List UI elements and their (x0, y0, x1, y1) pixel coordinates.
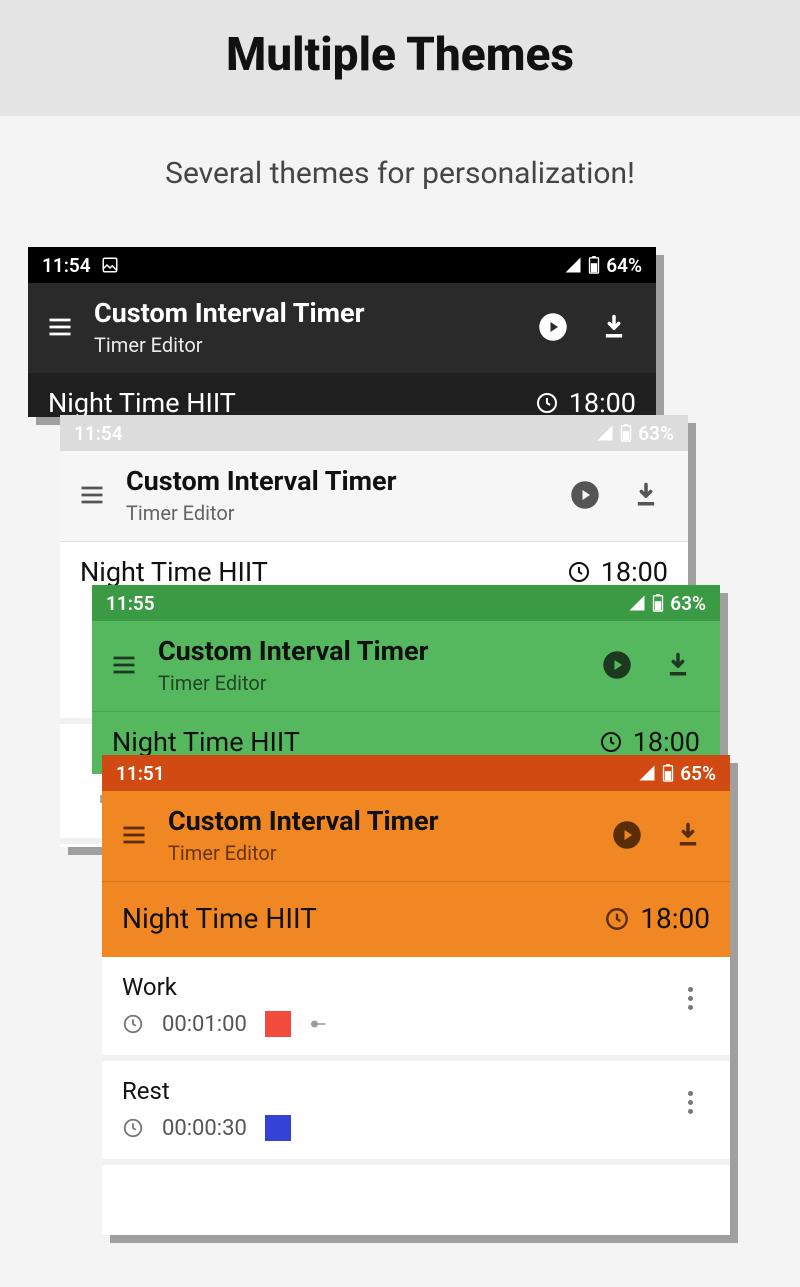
workout-name: Night Time HIIT (48, 387, 236, 417)
menu-icon[interactable] (110, 651, 138, 679)
app-subtitle: Timer Editor (126, 501, 550, 525)
signal-icon (596, 424, 614, 442)
workout-title-row[interactable]: Night Time HIIT 18:00 (28, 373, 656, 417)
battery-icon (662, 764, 674, 782)
app-subtitle: Timer Editor (94, 333, 518, 357)
play-button[interactable] (538, 312, 568, 342)
workout-total: 18:00 (601, 556, 668, 588)
workout-name: Night Time HIIT (80, 556, 268, 588)
promo-banner: Multiple Themes (0, 0, 800, 116)
theme-card-dark: 11:54 64% Custom Interval Timer Timer Ed… (28, 247, 656, 417)
interval-color-swatch (265, 1115, 291, 1141)
workout-title-row[interactable]: Night Time HIIT 18:00 (102, 881, 730, 957)
app-bar: Custom Interval Timer Timer Editor (102, 791, 730, 881)
clock-icon (599, 730, 623, 754)
image-icon (101, 256, 119, 274)
interval-duration: 00:00:30 (162, 1116, 247, 1141)
theme-card-orange: 11:51 65% Custom Interval Timer Timer Ed… (102, 755, 730, 1235)
workout-total: 18:00 (640, 902, 710, 935)
app-subtitle: Timer Editor (168, 841, 592, 865)
interval-row[interactable]: Rest 00:00:30 (102, 1061, 730, 1165)
interval-name: Rest (122, 1077, 670, 1105)
clock-icon (567, 560, 591, 584)
interval-name: Work (122, 973, 670, 1001)
signal-icon (628, 594, 646, 612)
app-title: Custom Interval Timer (158, 635, 582, 667)
menu-icon[interactable] (46, 313, 74, 341)
status-bar: 11:54 63% (60, 415, 688, 451)
workout-name: Night Time HIIT (122, 902, 317, 935)
battery-icon (652, 594, 664, 612)
interval-more-button[interactable] (670, 973, 710, 1010)
status-battery: 63% (670, 592, 706, 615)
play-button[interactable] (612, 820, 642, 850)
promo-title: Multiple Themes (0, 28, 800, 82)
download-button[interactable] (632, 481, 660, 509)
status-battery: 64% (606, 254, 642, 277)
signal-icon (564, 256, 582, 274)
status-time: 11:51 (116, 762, 165, 785)
app-title: Custom Interval Timer (126, 465, 550, 497)
promo-subtitle: Several themes for personalization! (0, 116, 800, 247)
sound-icon (309, 1016, 331, 1032)
app-bar: Custom Interval Timer Timer Editor (60, 451, 688, 541)
interval-color-swatch (265, 1011, 291, 1037)
status-time: 11:55 (106, 592, 155, 615)
status-time: 11:54 (74, 422, 123, 445)
download-button[interactable] (664, 651, 692, 679)
clock-icon (122, 1117, 144, 1139)
menu-icon[interactable] (120, 821, 148, 849)
app-bar: Custom Interval Timer Timer Editor (28, 283, 656, 373)
status-bar: 11:55 63% (92, 585, 720, 621)
status-battery: 65% (680, 762, 716, 785)
status-bar: 11:54 64% (28, 247, 656, 283)
status-bar: 11:51 65% (102, 755, 730, 791)
clock-icon (535, 391, 559, 415)
workout-total: 18:00 (633, 726, 700, 758)
app-subtitle: Timer Editor (158, 671, 582, 695)
interval-row[interactable]: Work 00:01:00 (102, 957, 730, 1061)
download-button[interactable] (600, 313, 628, 341)
status-time: 11:54 (42, 254, 91, 277)
clock-icon (604, 906, 630, 932)
download-button[interactable] (674, 821, 702, 849)
status-battery: 63% (638, 422, 674, 445)
workout-name: Night Time HIIT (112, 726, 300, 758)
battery-icon (620, 424, 632, 442)
play-button[interactable] (570, 480, 600, 510)
app-bar: Custom Interval Timer Timer Editor (92, 621, 720, 711)
play-button[interactable] (602, 650, 632, 680)
theme-stage: 11:54 64% Custom Interval Timer Timer Ed… (0, 247, 800, 1287)
interval-more-button[interactable] (670, 1077, 710, 1114)
workout-total: 18:00 (569, 387, 636, 417)
battery-icon (588, 256, 600, 274)
clock-icon (122, 1013, 144, 1035)
signal-icon (638, 764, 656, 782)
interval-duration: 00:01:00 (162, 1012, 247, 1037)
menu-icon[interactable] (78, 481, 106, 509)
app-title: Custom Interval Timer (94, 297, 518, 329)
app-title: Custom Interval Timer (168, 805, 592, 837)
